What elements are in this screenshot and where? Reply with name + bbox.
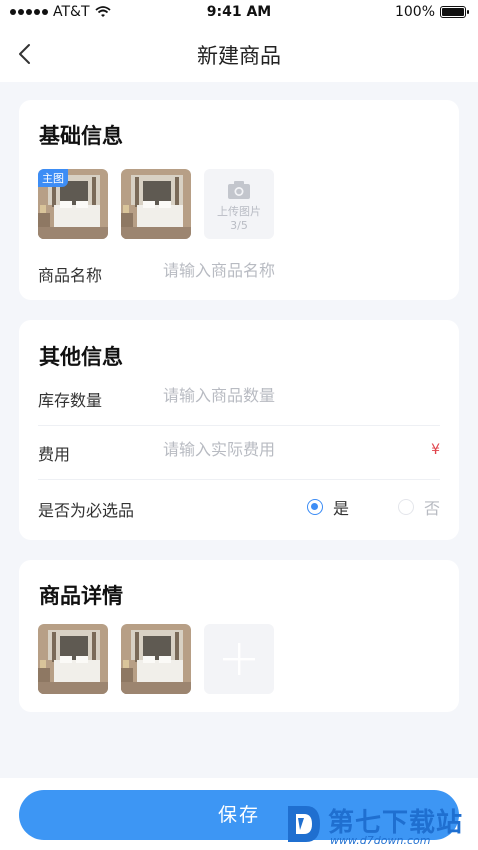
page-title: 新建商品	[197, 44, 281, 68]
status-bar: AT&T 9:41 AM 100%	[0, 0, 478, 26]
radio-unchecked-icon	[398, 499, 414, 515]
radio-yes[interactable]: 是	[307, 495, 349, 519]
fee-label: 费用	[38, 445, 71, 464]
watermark-url: www.d7down.com	[330, 834, 431, 847]
basic-info-title: 基础信息	[39, 124, 123, 148]
radio-no[interactable]: 否	[398, 495, 440, 519]
divider	[38, 479, 440, 480]
watermark: 第七下载站 www.d7down.com	[284, 800, 478, 850]
radio-checked-icon	[307, 499, 323, 515]
other-info-title: 其他信息	[39, 345, 123, 369]
upload-label: 上传图片	[217, 205, 261, 218]
other-info-card: 其他信息 库存数量 费用 ¥ 是否为必选品 是 否	[19, 320, 459, 540]
nav-bar: 新建商品	[0, 26, 478, 82]
detail-title: 商品详情	[39, 584, 123, 608]
product-image[interactable]	[121, 169, 191, 239]
battery-fill	[442, 8, 464, 16]
camera-icon	[228, 181, 250, 199]
upload-count: 3/5	[230, 219, 248, 232]
stock-input[interactable]	[163, 386, 403, 405]
radio-yes-label: 是	[333, 499, 350, 518]
fee-input[interactable]	[163, 440, 403, 459]
product-name-label: 商品名称	[38, 266, 103, 285]
detail-card: 商品详情	[19, 560, 459, 712]
stock-label: 库存数量	[38, 391, 103, 410]
upload-label-group: 上传图片 3/5	[204, 205, 274, 233]
plus-icon	[223, 643, 255, 675]
radio-no-label: 否	[424, 499, 441, 518]
room-photo-image	[121, 169, 191, 239]
battery-percent: 100%	[394, 4, 435, 20]
detail-image[interactable]	[121, 624, 191, 694]
battery-icon	[440, 6, 469, 18]
required-label: 是否为必选品	[38, 501, 135, 520]
product-image-main[interactable]: 主图	[38, 169, 108, 239]
detail-image[interactable]	[38, 624, 108, 694]
currency-symbol: ¥	[431, 442, 440, 458]
watermark-logo-icon	[288, 806, 320, 842]
upload-image-button[interactable]: 上传图片 3/5	[204, 169, 274, 239]
room-photo-image	[121, 624, 191, 694]
add-detail-image-button[interactable]	[204, 624, 274, 694]
basic-info-card: 基础信息 主图 上传图片 3/5 商品名称 请输入商品名称	[19, 100, 459, 300]
product-name-input[interactable]	[163, 261, 403, 280]
divider	[38, 425, 440, 426]
room-photo-image	[38, 624, 108, 694]
battery-group: 100%	[394, 4, 469, 20]
main-image-badge: 主图	[38, 169, 68, 187]
